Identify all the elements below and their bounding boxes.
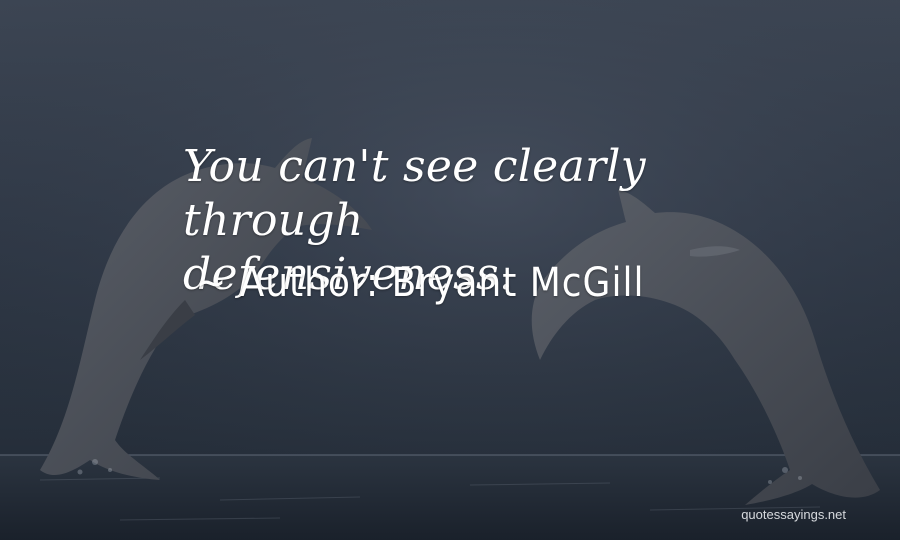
quote-line-1: You can't see clearly through — [183, 141, 646, 246]
author-attribution: ~ Author: Bryant McGill — [196, 260, 645, 306]
site-watermark: quotessayings.net — [741, 507, 846, 522]
quote-image: You can't see clearly through defensiven… — [0, 0, 900, 540]
